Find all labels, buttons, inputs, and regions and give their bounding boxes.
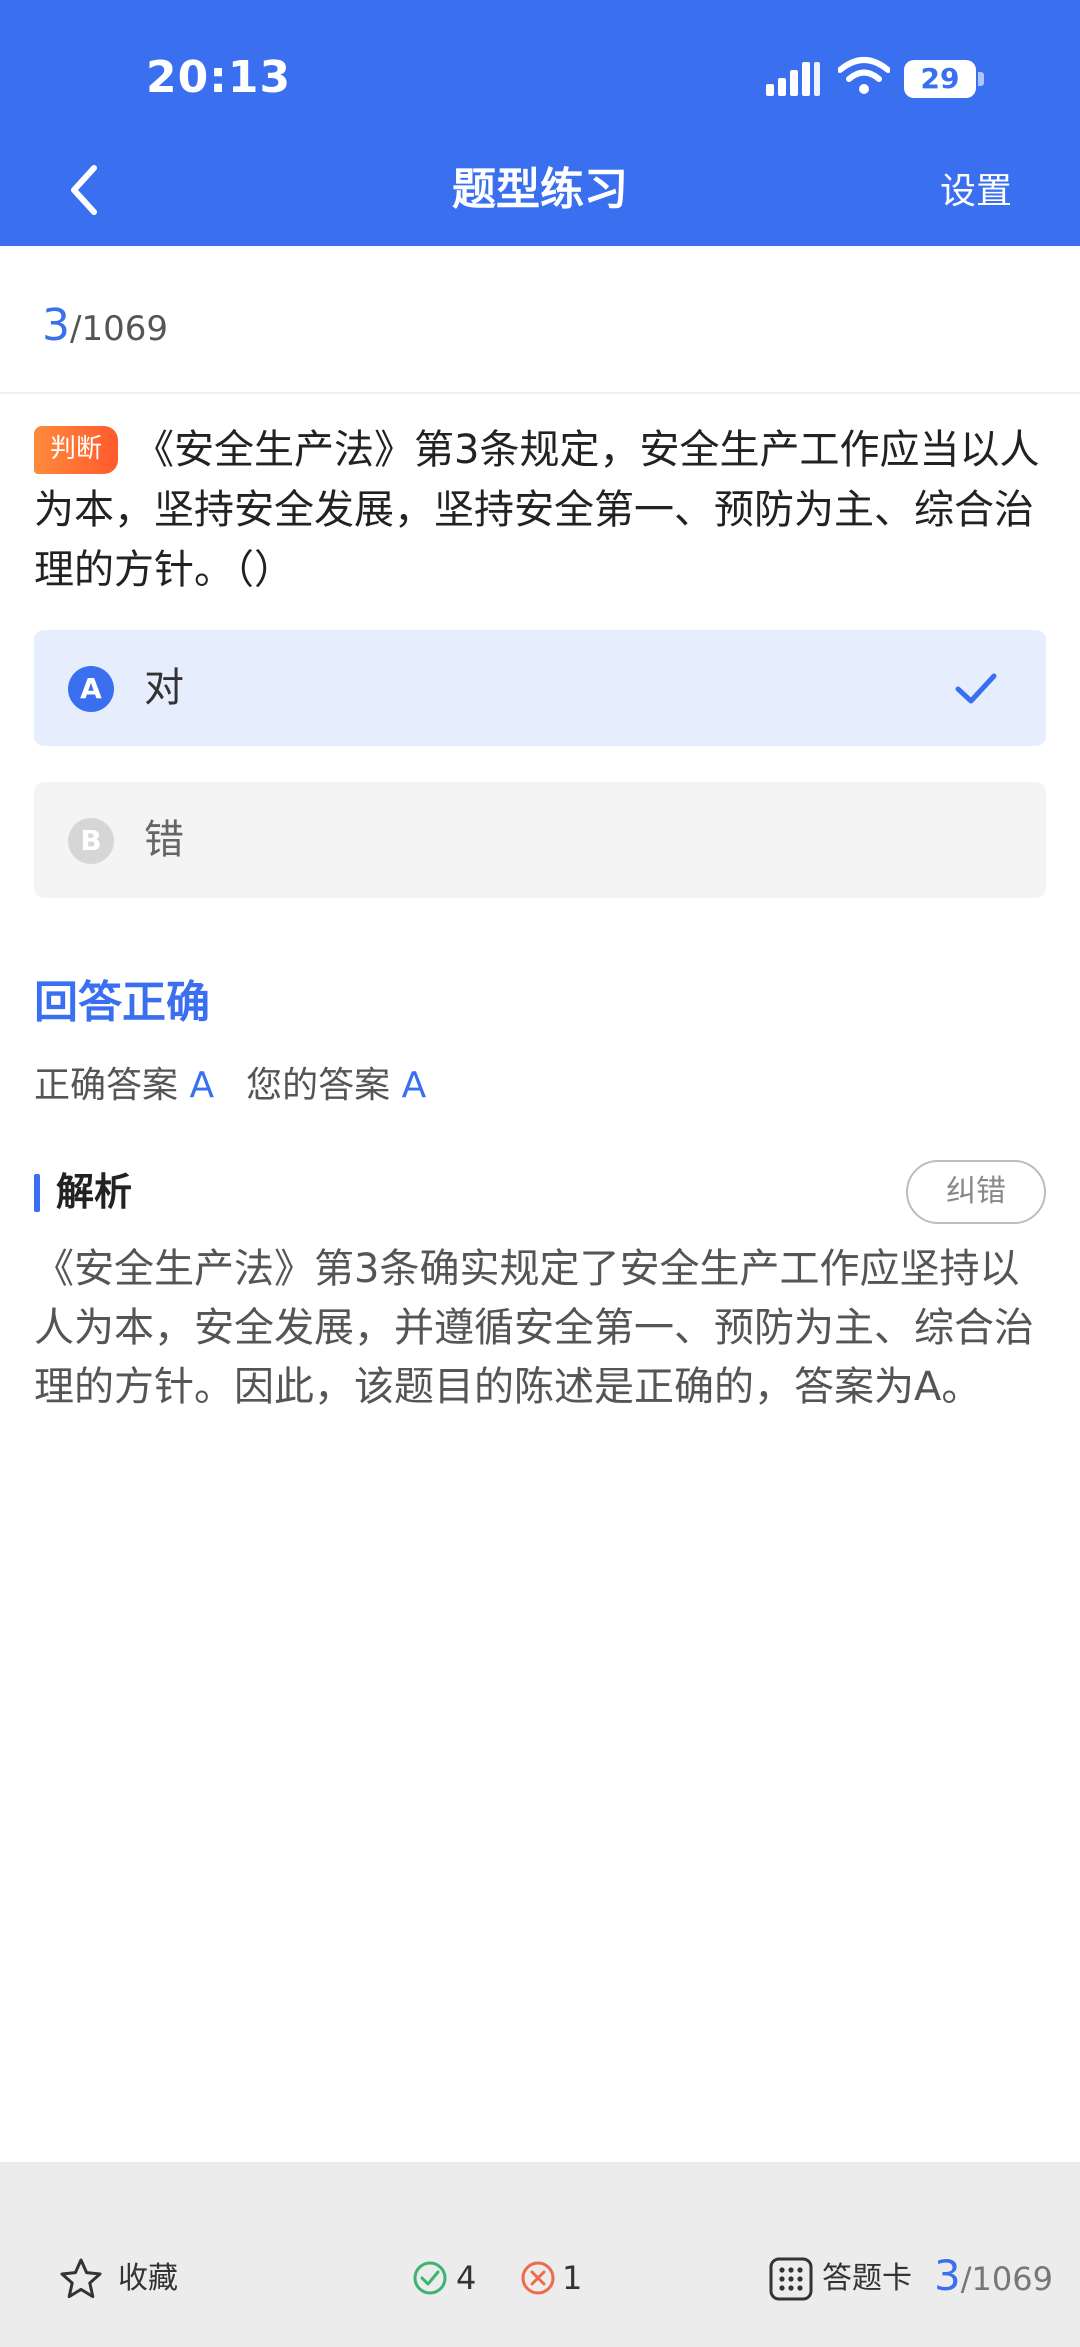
your-answer-label: 您的答案 bbox=[246, 1065, 391, 1106]
signal-icon bbox=[766, 62, 820, 96]
answer-sheet-button[interactable]: 答题卡 bbox=[768, 2248, 928, 2308]
progress-total: /1069 bbox=[70, 309, 168, 349]
option-b[interactable]: B 错 bbox=[34, 782, 1046, 898]
close-circle-icon bbox=[521, 2261, 555, 2295]
favorite-label: 收藏 bbox=[118, 2261, 178, 2296]
option-b-badge: B bbox=[68, 818, 114, 864]
report-error-button[interactable]: 纠错 bbox=[906, 1160, 1046, 1224]
bottom-progress-total: /1069 bbox=[960, 2260, 1053, 2298]
status-time: 20:13 bbox=[146, 52, 292, 103]
analysis-accent-bar bbox=[34, 1174, 40, 1212]
right-count: 4 bbox=[456, 2259, 477, 2297]
progress-current: 3 bbox=[42, 300, 70, 351]
answer-sheet-label: 答题卡 bbox=[822, 2261, 912, 2296]
page-title: 题型练习 bbox=[452, 164, 628, 215]
bottom-bar: 收藏 4 1 答题卡 3/1069 bbox=[0, 2162, 1080, 2347]
star-icon bbox=[60, 2258, 102, 2299]
battery-tip bbox=[978, 72, 984, 86]
check-circle-icon bbox=[413, 2261, 447, 2295]
your-answer-value: A bbox=[401, 1065, 427, 1106]
back-arrow-icon[interactable] bbox=[60, 160, 108, 220]
battery-level: 29 bbox=[920, 62, 960, 95]
favorite-button[interactable]: 收藏 bbox=[58, 2248, 238, 2308]
top-bar: 20:13 29 题型练习 设置 bbox=[0, 0, 1080, 246]
question-progress: 3/1069 bbox=[42, 300, 168, 351]
bottom-progress: 3/1069 bbox=[934, 2246, 1053, 2309]
option-a-badge: A bbox=[68, 666, 114, 712]
bottom-progress-current: 3 bbox=[934, 2251, 961, 2300]
battery-icon: 29 bbox=[904, 60, 976, 98]
settings-button[interactable]: 设置 bbox=[940, 166, 1012, 218]
analysis-text: 《安全生产法》第3条确实规定了安全生产工作应坚持以人为本，安全发展，并遵循安全第… bbox=[34, 1246, 1034, 1410]
option-a[interactable]: A 对 bbox=[34, 630, 1046, 746]
result-title: 回答正确 bbox=[34, 977, 210, 1028]
analysis-title: 解析 bbox=[56, 1170, 133, 1214]
wifi-icon bbox=[838, 57, 890, 94]
correct-answer-label: 正确答案 bbox=[34, 1065, 179, 1106]
check-icon bbox=[955, 673, 997, 704]
correct-answer-value: A bbox=[189, 1065, 215, 1106]
question-stem: 判断 《安全生产法》第3条规定，安全生产工作应当以人为本，坚持安全发展，坚持安全第… bbox=[34, 420, 1046, 600]
grid-icon bbox=[769, 2257, 813, 2301]
option-b-text: 错 bbox=[144, 817, 184, 863]
option-a-text: 对 bbox=[144, 665, 184, 711]
question-text: 《安全生产法》第3条规定，安全生产工作应当以人为本，坚持安全发展，坚持安全第一、… bbox=[34, 427, 1040, 593]
question-type-tag: 判断 bbox=[34, 426, 119, 474]
divider bbox=[0, 392, 1080, 394]
answer-summary: 正确答案 A 您的答案 A bbox=[34, 1060, 426, 1112]
wrong-count: 1 bbox=[562, 2259, 583, 2297]
